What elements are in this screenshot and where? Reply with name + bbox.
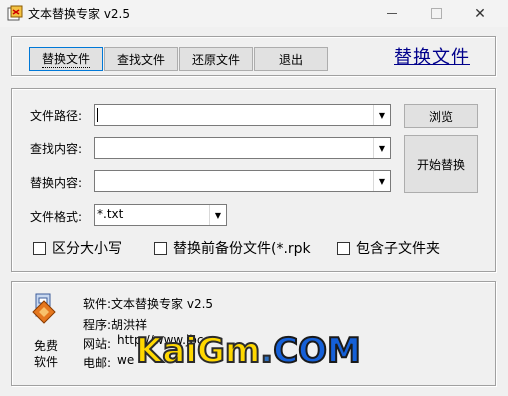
minimize-icon xyxy=(387,13,397,14)
include-subfolders-label: 包含子文件夹 xyxy=(356,241,440,257)
email-label: 电邮: xyxy=(83,356,112,370)
maximize-icon xyxy=(430,8,442,19)
title-bar: 文本替换专家 v2.5 ✕ xyxy=(0,0,508,27)
replace-file-label: 替换文件 xyxy=(41,52,90,68)
replace-file-button[interactable]: 替换文件 xyxy=(29,47,103,71)
app-icon xyxy=(7,5,23,21)
restore-file-button[interactable]: 还原文件 xyxy=(179,47,253,71)
restore-file-label: 还原文件 xyxy=(191,52,240,67)
start-replace-button[interactable]: 开始替换 xyxy=(404,135,478,193)
chevron-down-icon[interactable]: ▼ xyxy=(373,138,390,158)
chevron-down-icon[interactable]: ▼ xyxy=(209,205,226,225)
exit-label: 退出 xyxy=(278,52,303,67)
close-icon: ✕ xyxy=(474,5,486,22)
path-combobox[interactable]: ▼ xyxy=(94,104,391,126)
window-title: 文本替换专家 v2.5 xyxy=(28,7,131,21)
watermark-logo: KaiGm.COM xyxy=(135,330,362,372)
close-button[interactable]: ✕ xyxy=(458,0,502,27)
case-sensitive-label: 区分大小写 xyxy=(52,241,122,257)
chevron-down-icon[interactable]: ▼ xyxy=(373,105,390,125)
chevron-down-icon[interactable]: ▼ xyxy=(373,171,390,191)
format-label: 文件格式: xyxy=(30,210,83,224)
text-caret xyxy=(97,108,98,122)
replace-label: 替换内容: xyxy=(30,176,83,190)
banner-link[interactable]: 替换文件 xyxy=(394,43,470,69)
replace-combobox[interactable]: ▼ xyxy=(94,170,391,192)
software-name: 软件:文本替换专家 v2.5 xyxy=(83,297,214,311)
find-label: 查找内容: xyxy=(30,142,83,156)
find-file-label: 查找文件 xyxy=(116,52,165,67)
browse-label: 浏览 xyxy=(428,109,453,124)
maximize-button[interactable] xyxy=(414,0,458,27)
case-sensitive-checkbox[interactable]: 区分大小写 xyxy=(33,238,122,258)
format-value: *.txt xyxy=(97,207,124,221)
find-combobox[interactable]: ▼ xyxy=(94,137,391,159)
browse-button[interactable]: 浏览 xyxy=(404,104,478,128)
email-link[interactable]: we xyxy=(117,353,134,367)
backup-label: 替换前备份文件(*.rpk xyxy=(173,241,311,257)
checkbox-box[interactable] xyxy=(154,241,167,255)
exit-button[interactable]: 退出 xyxy=(254,47,328,71)
icon-caption-2: 软件 xyxy=(34,355,59,369)
path-label: 文件路径: xyxy=(30,109,83,123)
find-file-button[interactable]: 查找文件 xyxy=(104,47,178,71)
include-subfolders-checkbox[interactable]: 包含子文件夹 xyxy=(337,238,440,258)
checkbox-box[interactable] xyxy=(337,241,350,255)
checkbox-box[interactable] xyxy=(33,241,46,255)
format-combobox[interactable]: *.txt ▼ xyxy=(94,204,227,226)
icon-caption-1: 免费 xyxy=(34,339,59,353)
start-replace-label: 开始替换 xyxy=(416,157,465,172)
minimize-button[interactable] xyxy=(370,0,414,27)
backup-checkbox[interactable]: 替换前备份文件(*.rpk xyxy=(154,238,311,258)
site-label: 网站: xyxy=(83,337,112,351)
free-software-icon xyxy=(32,293,56,324)
